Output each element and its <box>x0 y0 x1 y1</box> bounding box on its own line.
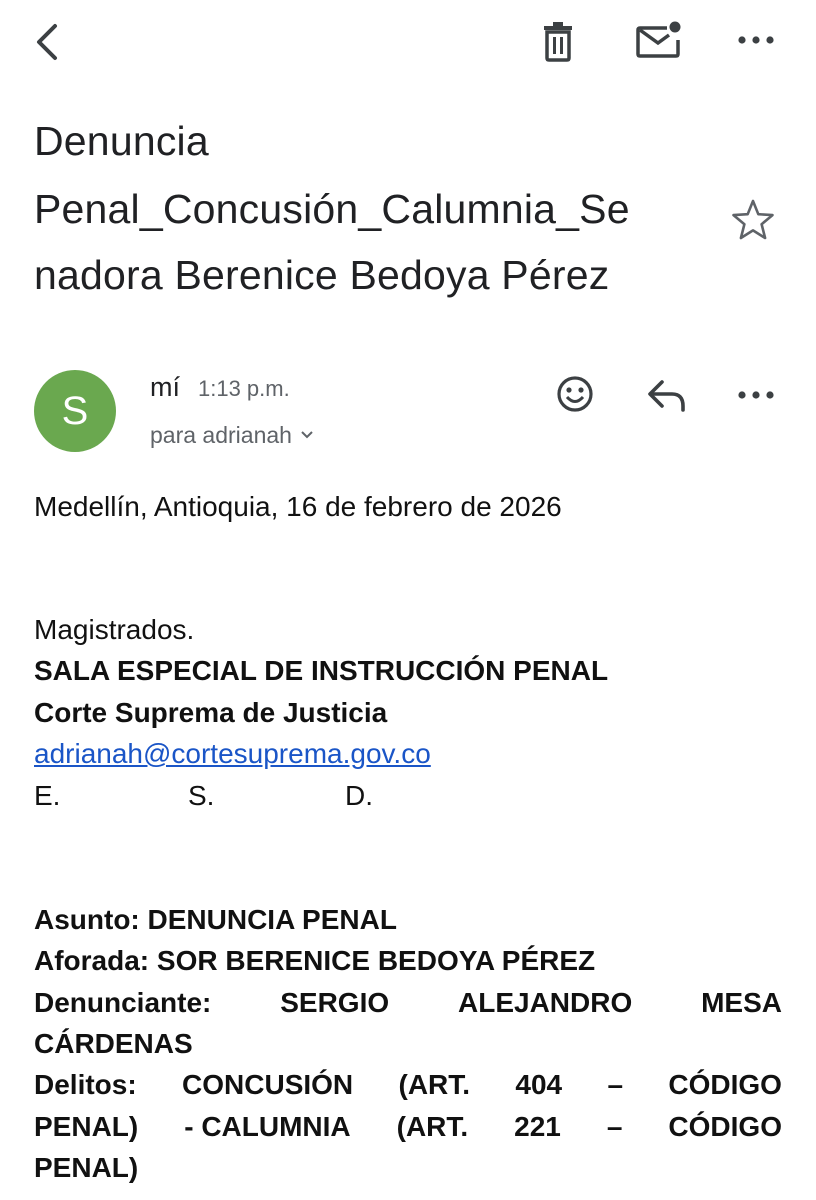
denunciante-line-2: CÁRDENAS <box>34 1028 193 1059</box>
asunto-line: Asunto: DENUNCIA PENAL <box>34 904 397 935</box>
mail-unread-icon <box>634 18 684 62</box>
denunciante-line: Denunciante: SERGIO ALEJANDRO MESA <box>34 982 782 1024</box>
delitos-word: 404 <box>515 1069 563 1100</box>
more-horizontal-icon <box>736 383 776 407</box>
delitos-line-1: Delitos: CONCUSIÓN (ART. 404 – CÓDIGO <box>34 1064 782 1106</box>
delitos-word: (ART. <box>396 1111 469 1142</box>
message-time: 1:13 p.m. <box>198 376 290 401</box>
mark-unread-button[interactable] <box>634 18 684 62</box>
message-more-button[interactable] <box>736 383 776 407</box>
delitos-word: (ART. <box>398 1069 471 1100</box>
recipient-label: para adrianah <box>150 422 292 448</box>
subject-line-2: Penal_Concusión_Calumnia_Se <box>34 186 630 232</box>
salutation: Magistrados. <box>34 614 195 645</box>
reply-icon <box>646 376 690 416</box>
delitos-line-2: PENAL) - CALUMNIA (ART. 221 – CÓDIGO <box>34 1106 782 1148</box>
delitos-word: Delitos: <box>34 1069 137 1100</box>
delitos-word: – <box>607 1069 624 1100</box>
recipient-corte: Corte Suprema de Justicia <box>34 697 388 728</box>
subject-line-3: nadora Berenice Bedoya Pérez <box>34 252 610 298</box>
react-button[interactable] <box>554 373 596 415</box>
delitos-word: 221 <box>514 1111 561 1142</box>
esd-d: D. <box>345 780 373 811</box>
avatar[interactable]: S <box>34 370 116 452</box>
delitos-word: CÓDIGO <box>668 1111 782 1142</box>
recipient-email-link[interactable]: adrianah@cortesuprema.gov.co <box>34 733 431 775</box>
delitos-line-3: PENAL) <box>34 1152 139 1183</box>
chevron-down-icon <box>300 427 314 445</box>
delitos-word: CÓDIGO <box>668 1069 782 1100</box>
chevron-left-icon <box>28 20 68 64</box>
delitos-word: CONCUSIÓN <box>182 1069 354 1100</box>
delete-button[interactable] <box>538 20 578 64</box>
subject-line-1: Denuncia <box>34 118 209 164</box>
star-button[interactable] <box>730 197 776 243</box>
denunciante-word: MESA <box>701 987 782 1018</box>
delitos-word: - CALUMNIA <box>184 1111 351 1142</box>
trash-icon <box>538 20 578 64</box>
back-button[interactable] <box>28 20 68 64</box>
denunciante-word: Denunciante: <box>34 987 212 1018</box>
denunciante-word: SERGIO <box>280 987 390 1018</box>
delitos-word: – <box>606 1111 623 1142</box>
avatar-letter: S <box>61 389 89 433</box>
reply-button[interactable] <box>646 376 690 416</box>
emoji-icon <box>554 373 596 415</box>
more-options-button[interactable] <box>736 28 776 52</box>
esd-e: E. <box>34 780 61 811</box>
delitos-word: PENAL) <box>34 1111 139 1142</box>
more-horizontal-icon <box>736 28 776 52</box>
denunciante-word: ALEJANDRO <box>458 987 633 1018</box>
aforada-line: Aforada: SOR BERENICE BEDOYA PÉREZ <box>34 945 596 976</box>
esd-s: S. <box>188 780 215 811</box>
recipient-details[interactable]: para adrianah <box>150 422 314 449</box>
star-outline-icon <box>730 197 776 243</box>
sender-name: mí <box>150 372 180 402</box>
date-line: Medellín, Antioquia, 16 de febrero de 20… <box>34 491 562 522</box>
recipient-sala: SALA ESPECIAL DE INSTRUCCIÓN PENAL <box>34 655 609 686</box>
